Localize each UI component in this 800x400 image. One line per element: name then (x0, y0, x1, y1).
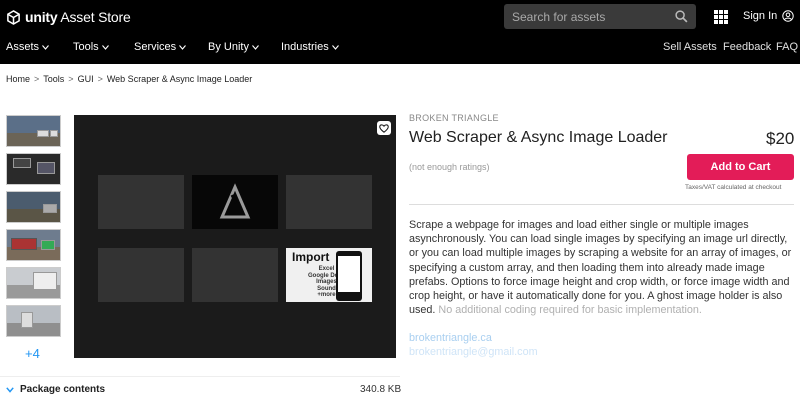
nav-item-services[interactable]: Services (134, 41, 187, 53)
search-bar (504, 4, 696, 29)
description-faded-text: No additional coding required for basic … (438, 304, 702, 317)
nav-item-tools[interactable]: Tools (73, 41, 109, 53)
top-bar: unity Asset Store Sign In Assets Tools S… (0, 0, 800, 64)
thumbnail-strip (6, 115, 61, 343)
package-size: 340.8 KB (360, 384, 402, 395)
package-contents-toggle[interactable]: Package contents (6, 384, 105, 395)
nav-item-industries[interactable]: Industries (281, 41, 339, 53)
search-icon[interactable] (670, 6, 692, 28)
search-input[interactable] (504, 4, 670, 29)
publisher-name[interactable]: BROKEN TRIANGLE (409, 113, 499, 123)
nav-label: Assets (6, 41, 40, 53)
unity-asset-store-logo[interactable]: unity Asset Store (6, 7, 131, 27)
product-price: $20 (766, 129, 795, 148)
import-promo-tile: Import Excel Google Docs Images Sound +m… (286, 248, 372, 302)
nav-item-by-unity[interactable]: By Unity (208, 41, 259, 53)
sign-in-label: Sign In (743, 10, 778, 22)
triangle-logo-tile (192, 175, 278, 229)
chevron-down-icon (6, 386, 14, 393)
nav-item-assets[interactable]: Assets (6, 41, 49, 53)
thumbnail-3[interactable] (6, 191, 61, 223)
import-title: Import (292, 250, 330, 264)
user-icon (782, 10, 794, 22)
thumbnail-4[interactable] (6, 229, 61, 261)
preview-tile (98, 248, 184, 302)
unity-cube-icon (7, 9, 20, 25)
apps-grid-icon[interactable] (714, 10, 728, 24)
breadcrumb-separator: > (68, 74, 74, 84)
chevron-down-icon (101, 44, 109, 50)
chevron-down-icon (179, 44, 187, 50)
ratings-text: (not enough ratings) (409, 162, 490, 172)
sell-assets-link[interactable]: Sell Assets (663, 41, 717, 53)
phone-icon (336, 251, 362, 301)
preview-tile (98, 175, 184, 229)
description-text: Scrape a webpage for images and load eit… (409, 219, 792, 317)
breadcrumb-separator: > (97, 74, 103, 84)
chevron-down-icon (42, 44, 49, 50)
nav-label: By Unity (208, 41, 249, 53)
logo-text: unity Asset Store (25, 9, 131, 25)
breadcrumb-tools[interactable]: Tools (43, 74, 64, 84)
product-description: Scrape a webpage for images and load eit… (409, 218, 794, 317)
breadcrumb-home[interactable]: Home (6, 74, 30, 84)
thumbnail-1[interactable] (6, 115, 61, 147)
sign-in-button[interactable]: Sign In (743, 10, 794, 22)
main-preview-image[interactable]: Import Excel Google Docs Images Sound +m… (74, 115, 396, 358)
product-title: Web Scraper & Async Image Loader (409, 129, 668, 146)
breadcrumb: Home > Tools > GUI > Web Scraper & Async Im… (6, 74, 252, 84)
thumbnail-6[interactable] (6, 305, 61, 337)
faq-link[interactable]: FAQ (776, 41, 798, 53)
thumbnail-2[interactable] (6, 153, 61, 185)
tax-note: Taxes/VAT calculated at checkout (685, 184, 782, 191)
more-thumbnails-link[interactable]: +4 (25, 346, 40, 361)
breadcrumb-current: Web Scraper & Async Image Loader (106, 74, 253, 84)
publisher-website-link[interactable]: brokentriangle.ca (409, 332, 492, 344)
publisher-email-link[interactable]: brokentriangle@gmail.com (409, 346, 538, 358)
nav-label: Tools (73, 41, 99, 53)
feedback-link[interactable]: Feedback (723, 41, 771, 53)
package-contents-label: Package contents (20, 384, 106, 395)
broken-triangle-icon (219, 183, 251, 219)
chevron-down-icon (331, 44, 339, 50)
thumbnail-5[interactable] (6, 267, 61, 299)
nav-label: Services (134, 41, 177, 53)
chevron-down-icon (252, 44, 259, 50)
breadcrumb-separator: > (34, 74, 40, 84)
add-to-cart-button[interactable]: Add to Cart (687, 154, 794, 180)
preview-tile (286, 175, 372, 229)
heart-icon[interactable] (377, 121, 391, 135)
divider (0, 376, 400, 377)
nav-label: Industries (281, 41, 329, 53)
breadcrumb-gui[interactable]: GUI (78, 74, 94, 84)
main-nav: Assets Tools Services By Unity Industrie… (0, 36, 800, 58)
divider (409, 204, 794, 205)
preview-tile (192, 248, 278, 302)
